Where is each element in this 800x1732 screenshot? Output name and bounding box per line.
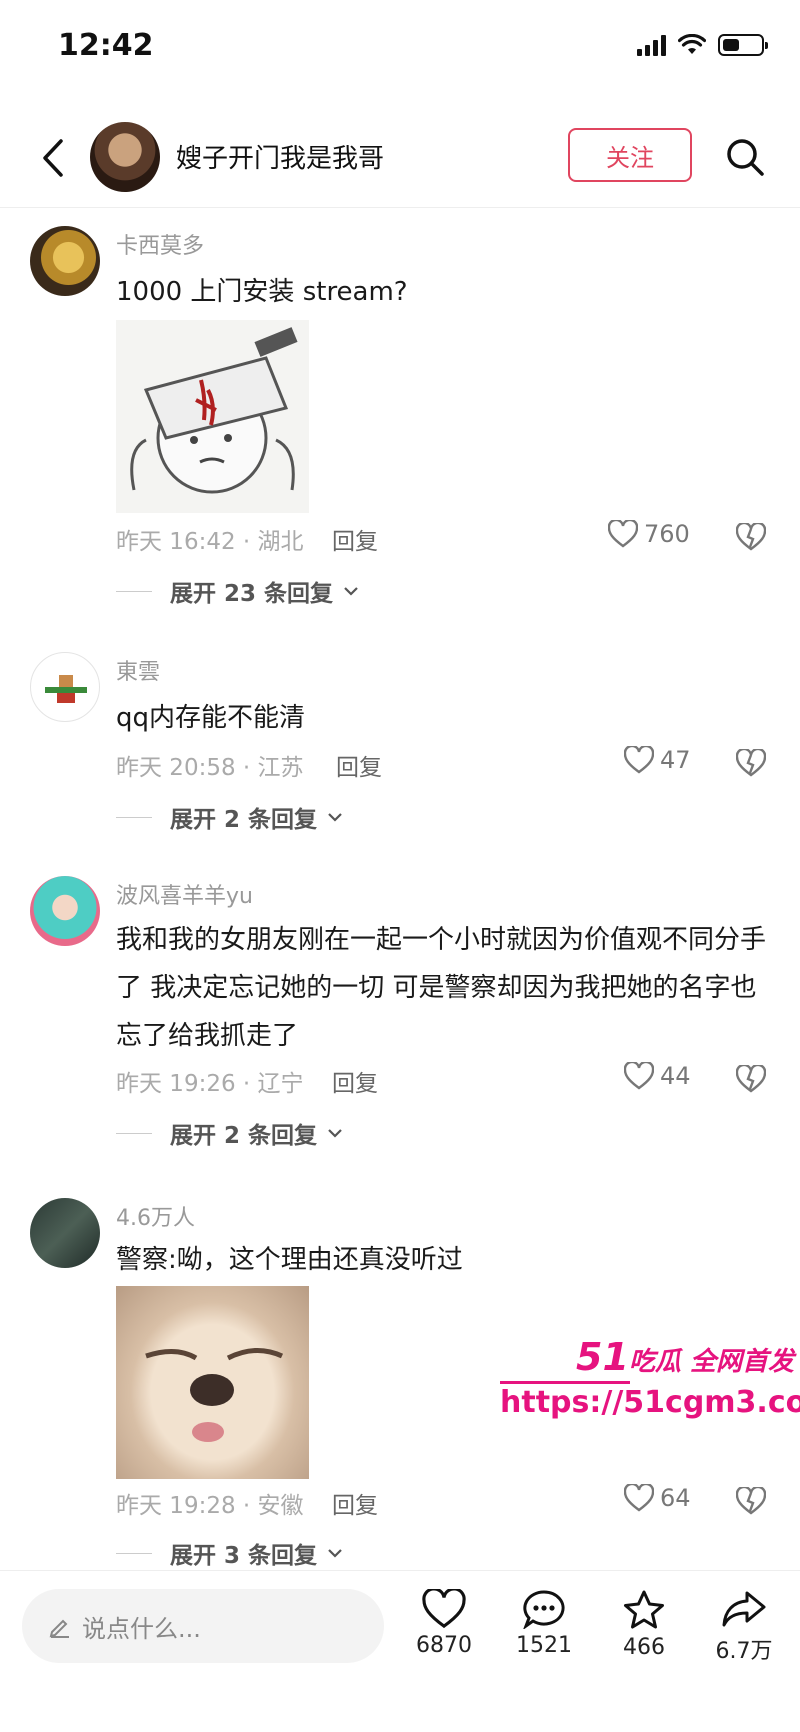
comment-input-placeholder: 说点什么...: [82, 1614, 201, 1643]
comment-icon: [523, 1590, 565, 1629]
dislike-button[interactable]: [734, 520, 768, 554]
like-count: 44: [660, 1062, 691, 1090]
search-button[interactable]: [720, 132, 770, 182]
dislike-button[interactable]: [734, 746, 768, 780]
expand-replies-button[interactable]: 展开 2 条回复: [116, 1116, 343, 1150]
dislike-icon: [736, 1065, 766, 1093]
expand-replies-label: 展开 23 条回复: [170, 581, 334, 607]
expand-replies-label: 展开 2 条回复: [170, 1123, 318, 1149]
like-count: 760: [644, 520, 690, 548]
follow-button[interactable]: 关注: [568, 128, 692, 182]
favorite-post-button[interactable]: 466: [604, 1589, 684, 1660]
dislike-icon: [736, 523, 766, 551]
like-button[interactable]: 47: [624, 746, 691, 774]
dislike-icon: [736, 1487, 766, 1515]
comment-meta: 昨天 19:28 · 安徽: [116, 1493, 304, 1519]
reply-button[interactable]: 回复: [332, 522, 378, 556]
like-post-button[interactable]: 6870: [404, 1589, 484, 1658]
search-icon: [727, 139, 764, 176]
bottom-action-bar: 说点什么... 6870 1521 466 6.7万: [0, 1570, 800, 1732]
author-name[interactable]: 嫂子开门我是我哥: [176, 138, 384, 175]
avatar-figure: [45, 675, 87, 703]
chevron-down-icon: [328, 1129, 342, 1138]
dislike-icon: [736, 749, 766, 777]
pencil-icon: [49, 1619, 69, 1638]
post-share-count: 6.7万: [715, 1639, 773, 1664]
post-comment-count: 1521: [516, 1633, 572, 1658]
battery-icon: [718, 34, 768, 56]
reply-button[interactable]: 回复: [332, 1486, 378, 1520]
share-icon: [722, 1591, 766, 1627]
watermark-url: https://51cgm3.com: [500, 1385, 800, 1420]
commenter-avatar[interactable]: [30, 652, 100, 722]
commenter-avatar[interactable]: [30, 1198, 100, 1268]
comment-text: 我和我的女朋友刚在一起一个小时就因为价值观不同分手了 我决定忘记她的一切 可是警…: [116, 925, 767, 1051]
chevron-down-icon: [328, 813, 342, 822]
share-post-button[interactable]: 6.7万: [704, 1589, 784, 1665]
dislike-button[interactable]: [734, 1484, 768, 1518]
dog-face-drawing: [145, 1348, 284, 1442]
wifi-icon: [678, 34, 706, 54]
dislike-button[interactable]: [734, 1062, 768, 1096]
comment-text: 1000 上门安装 stream?: [116, 277, 408, 307]
like-button[interactable]: 64: [624, 1484, 691, 1512]
post-favorite-count: 466: [623, 1635, 665, 1660]
expand-replies-button[interactable]: 展开 2 条回复: [116, 800, 343, 834]
like-count: 47: [660, 746, 691, 774]
reply-button[interactable]: 回复: [336, 748, 382, 782]
comment-meta: 昨天 20:58 · 江苏: [116, 755, 304, 781]
status-icons: [637, 34, 768, 56]
watermark-brand-text: 吃瓜 全网首发: [628, 1347, 794, 1377]
commenter-avatar[interactable]: [30, 876, 100, 946]
comment-meta: 昨天 19:26 · 辽宁: [116, 1071, 304, 1097]
heart-icon: [624, 1484, 654, 1512]
back-icon: [43, 139, 63, 177]
expand-replies-label: 展开 2 条回复: [170, 807, 318, 833]
comment-meta: 昨天 16:42 · 湖北: [116, 529, 304, 555]
status-bar: 12:42: [0, 0, 800, 96]
comment-text: 警察:呦，这个理由还真没听过: [116, 1245, 463, 1275]
watermark-brand: 51吃瓜 全网首发: [500, 1335, 800, 1379]
commenter-name[interactable]: 東雲: [116, 654, 160, 686]
like-count: 64: [660, 1484, 691, 1512]
commenter-avatar[interactable]: [30, 226, 100, 296]
commenter-name[interactable]: 卡西莫多: [116, 228, 204, 260]
heart-icon: [422, 1589, 466, 1629]
signal-icon: [637, 34, 666, 56]
status-time: 12:42: [58, 28, 154, 63]
heart-icon: [608, 520, 638, 548]
chevron-down-icon: [328, 1549, 342, 1558]
expand-replies-button[interactable]: 展开 3 条回复: [116, 1536, 343, 1570]
comment-text: qq内存能不能清: [116, 703, 306, 733]
post-header: 嫂子开门我是我哥 关注: [0, 108, 800, 208]
like-button[interactable]: 44: [624, 1062, 691, 1090]
expand-replies-label: 展开 3 条回复: [170, 1543, 318, 1569]
post-like-count: 6870: [416, 1633, 472, 1658]
heart-icon: [624, 1062, 654, 1090]
heart-icon: [624, 746, 654, 774]
chevron-down-icon: [344, 587, 358, 596]
author-avatar[interactable]: [90, 122, 160, 192]
like-button[interactable]: 760: [608, 520, 690, 548]
watermark: 51吃瓜 全网首发 https://51cgm3.com: [500, 1335, 800, 1420]
star-icon: [624, 1590, 664, 1629]
commenter-name[interactable]: 波风喜羊羊yu: [116, 878, 253, 910]
watermark-line: [500, 1381, 630, 1384]
comment-input[interactable]: 说点什么...: [22, 1589, 384, 1663]
reply-button[interactable]: 回复: [332, 1064, 378, 1098]
comment-image-dog-meme[interactable]: [116, 1286, 309, 1479]
watermark-brand-number: 51: [576, 1335, 629, 1379]
knife-meme-drawing: [130, 327, 298, 494]
commenter-name[interactable]: 4.6万人: [116, 1200, 195, 1232]
expand-replies-button[interactable]: 展开 23 条回复: [116, 574, 359, 608]
comment-post-button[interactable]: 1521: [504, 1589, 584, 1658]
back-button[interactable]: [28, 130, 78, 186]
comment-image-knife-meme[interactable]: [116, 320, 309, 513]
